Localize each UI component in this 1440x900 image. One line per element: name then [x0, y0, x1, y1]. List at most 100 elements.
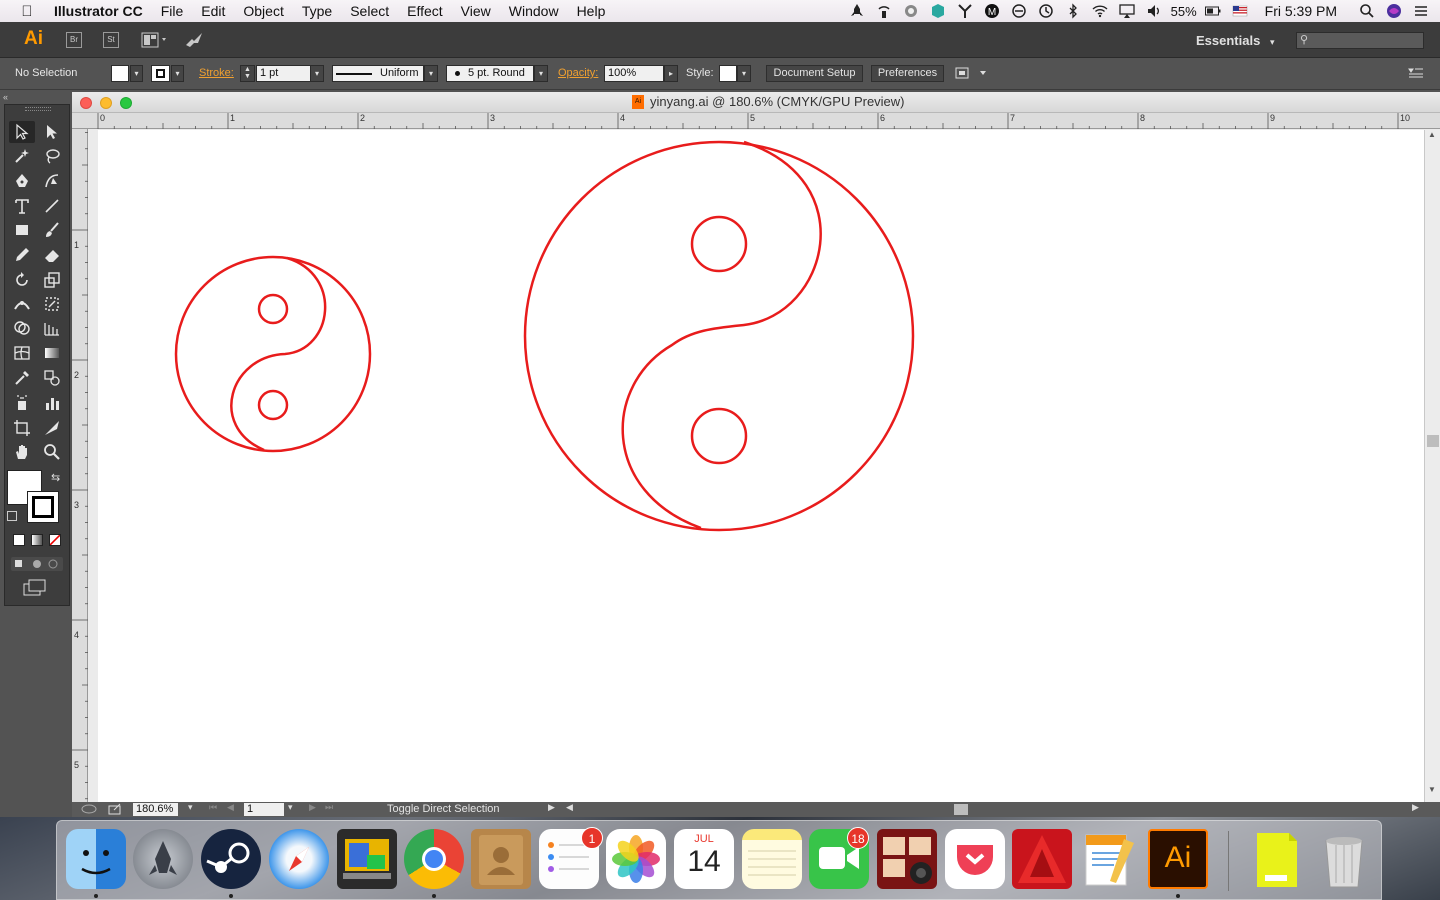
default-colors-icon[interactable]: [7, 511, 17, 521]
gradient-mode-icon[interactable]: [31, 534, 43, 546]
pocket-icon[interactable]: [945, 829, 1005, 889]
cc-icon[interactable]: [900, 0, 922, 22]
volume-icon[interactable]: [1143, 0, 1165, 22]
zoom-dropdown-icon[interactable]: ▾: [188, 802, 193, 813]
first-artboard-icon[interactable]: ⏮: [209, 802, 217, 813]
collapse-panel-icon[interactable]: «: [3, 92, 8, 102]
menu-app-name[interactable]: Illustrator CC: [54, 3, 143, 19]
autocad-icon[interactable]: [1012, 829, 1072, 889]
stroke-swatch[interactable]: [151, 65, 170, 82]
control-menu-icon[interactable]: [1408, 67, 1424, 82]
zoom-field[interactable]: 180.6%: [133, 803, 178, 816]
zoom-tool-icon[interactable]: [39, 441, 65, 463]
shape-builder-tool-icon[interactable]: [9, 317, 35, 339]
scroll-left-icon[interactable]: ◀: [566, 802, 573, 813]
pages-icon[interactable]: [1080, 829, 1140, 889]
rocket-icon[interactable]: [846, 0, 868, 22]
menu-select[interactable]: Select: [350, 3, 389, 19]
search-input[interactable]: ⚲: [1296, 32, 1424, 49]
swap-colors-icon[interactable]: ⇆: [51, 471, 60, 484]
brush-definition[interactable]: 5 pt. Round: [446, 65, 534, 82]
toolbox-grip[interactable]: [25, 107, 51, 111]
gpu-performance-icon[interactable]: [184, 31, 204, 54]
notes-icon[interactable]: [742, 829, 802, 889]
steam-icon[interactable]: [201, 829, 261, 889]
menu-edit[interactable]: Edit: [201, 3, 225, 19]
siri-icon[interactable]: [1383, 0, 1405, 22]
stroke-weight-dropdown-icon[interactable]: ▾: [310, 65, 324, 82]
safari-icon[interactable]: [269, 829, 329, 889]
vertical-scrollbar[interactable]: ▲ ▼: [1424, 130, 1440, 802]
scale-tool-icon[interactable]: [39, 269, 65, 291]
curvature-tool-icon[interactable]: [39, 170, 65, 192]
photos-icon[interactable]: [606, 829, 666, 889]
scroll-down-icon[interactable]: ▼: [1428, 785, 1436, 794]
hand-tool-icon[interactable]: [9, 441, 35, 463]
opacity-label[interactable]: Opacity:: [558, 65, 598, 82]
bluetooth-icon[interactable]: [1062, 0, 1084, 22]
line-tool-icon[interactable]: [39, 195, 65, 217]
perspective-grid-tool-icon[interactable]: [39, 317, 65, 339]
stroke-color-swatch[interactable]: [27, 491, 59, 523]
stroke-stepper[interactable]: ▲ ▼: [240, 65, 255, 82]
magic-wand-tool-icon[interactable]: [9, 145, 35, 167]
lasso-tool-icon[interactable]: [39, 145, 65, 167]
menu-window[interactable]: Window: [509, 3, 559, 19]
menu-type[interactable]: Type: [302, 3, 332, 19]
horizontal-scroll-thumb[interactable]: [954, 804, 968, 815]
fill-swatch[interactable]: [111, 65, 129, 82]
m-icon[interactable]: M: [981, 0, 1003, 22]
opacity-arrow-icon[interactable]: ▸: [664, 65, 678, 82]
box-icon[interactable]: [927, 0, 949, 22]
small-yinyang-outer[interactable]: [174, 255, 372, 453]
workspace-switcher[interactable]: Essentials ▾: [1196, 33, 1274, 48]
free-transform-tool-icon[interactable]: [39, 293, 65, 315]
scroll-right-icon[interactable]: ▶: [1412, 802, 1419, 813]
vertical-scroll-thumb[interactable]: [1427, 435, 1439, 447]
artboard-number-field[interactable]: 1: [244, 803, 284, 816]
cc-libraries-icon[interactable]: [80, 803, 98, 818]
rotate-tool-icon[interactable]: [9, 269, 35, 291]
menu-view[interactable]: View: [461, 3, 491, 19]
eraser-tool-icon[interactable]: [39, 244, 65, 266]
small-yinyang-dot-bottom[interactable]: [257, 389, 289, 421]
small-yinyang-dot-top[interactable]: [257, 293, 289, 325]
next-artboard-icon[interactable]: ▶: [309, 802, 316, 813]
direct-selection-tool-icon[interactable]: [39, 121, 65, 143]
photo-booth-icon[interactable]: [877, 829, 937, 889]
launchpad-icon[interactable]: [133, 829, 193, 889]
stroke-label[interactable]: Stroke:: [199, 65, 234, 82]
finder-icon[interactable]: [66, 829, 126, 889]
vertical-ruler[interactable]: 1 2 3 4 5: [72, 129, 88, 802]
color-mode-icon[interactable]: [13, 534, 25, 546]
preferences-button[interactable]: Preferences: [871, 65, 944, 82]
paintbrush-tool-icon[interactable]: [39, 219, 65, 241]
arrange-documents-icon[interactable]: [141, 32, 171, 53]
gradient-tool-icon[interactable]: [39, 342, 65, 364]
last-artboard-icon[interactable]: ⏭: [325, 802, 333, 813]
battery-icon[interactable]: [1202, 0, 1224, 22]
mesh-tool-icon[interactable]: [9, 342, 35, 364]
slice-tool-icon[interactable]: [39, 417, 65, 439]
trash-icon[interactable]: [1314, 829, 1374, 889]
artboard-dropdown-icon[interactable]: ▾: [288, 802, 293, 813]
column-graph-tool-icon[interactable]: [39, 392, 65, 414]
small-yinyang-curve[interactable]: [230, 256, 327, 452]
large-yinyang-curve[interactable]: [621, 140, 822, 530]
large-yinyang-outer[interactable]: [523, 140, 915, 532]
stroke-weight-field[interactable]: 1 pt: [256, 65, 311, 82]
timemachine-icon[interactable]: [1035, 0, 1057, 22]
status-menu-icon[interactable]: ▶: [548, 802, 555, 813]
stroke-dropdown-icon[interactable]: ▾: [171, 65, 184, 82]
blend-tool-icon[interactable]: [39, 367, 65, 389]
large-yinyang-dot-top[interactable]: [690, 215, 748, 273]
airplay-icon[interactable]: [1116, 0, 1138, 22]
wifi-icon[interactable]: [1089, 0, 1111, 22]
style-dropdown-icon[interactable]: ▾: [737, 65, 751, 82]
selection-tool-icon[interactable]: [9, 121, 35, 143]
clock[interactable]: Fri 5:39 PM: [1265, 3, 1337, 19]
profile-dropdown-icon[interactable]: ▾: [424, 65, 438, 82]
contacts-icon[interactable]: [471, 829, 531, 889]
eyedropper-tool-icon[interactable]: [9, 367, 35, 389]
documents-folder-icon[interactable]: [1247, 829, 1307, 889]
